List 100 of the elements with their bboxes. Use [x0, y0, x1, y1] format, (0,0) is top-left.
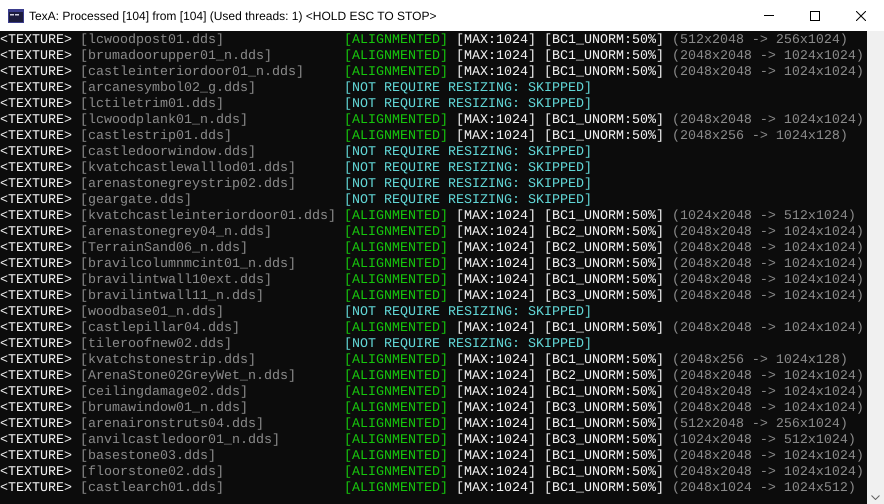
format-label: [BC1_UNORM:50%] — [544, 417, 664, 433]
status-label: [ALIGNMENTED] — [344, 113, 448, 129]
log-tag: <TEXTURE> — [0, 385, 80, 401]
status-label: [ALIGNMENTED] — [344, 353, 448, 369]
max-size: [MAX:1024] — [456, 129, 536, 145]
texture-name: [arenastonegreystrip02.dds] — [80, 177, 297, 193]
texture-name: [brumawindow01_n.dds] — [80, 401, 249, 417]
texture-name: [woodbase01_n.dds] — [80, 305, 225, 321]
status-label: [ALIGNMENTED] — [344, 417, 448, 433]
max-size: [MAX:1024] — [456, 385, 536, 401]
log-tag: <TEXTURE> — [0, 129, 80, 145]
max-size: [MAX:1024] — [456, 289, 536, 305]
max-size: [MAX:1024] — [456, 49, 536, 65]
scrollbar[interactable] — [867, 31, 884, 504]
max-size: [MAX:1024] — [456, 65, 536, 81]
texture-name: [bravilcolumnmcint01_n.dds] — [80, 257, 297, 273]
texture-name: [kvatchstonestrip.dds] — [80, 353, 257, 369]
format-label: [BC1_UNORM:50%] — [544, 465, 664, 481]
texture-name: [brumadoorupper01_n.dds] — [80, 49, 273, 65]
texture-name: [castlepillar04.dds] — [80, 321, 241, 337]
dimensions-label: (1024x2048 -> 512x1024) — [672, 433, 856, 449]
max-size: [MAX:1024] — [456, 321, 536, 337]
status-label: [ALIGNMENTED] — [344, 241, 448, 257]
log-tag: <TEXTURE> — [0, 49, 80, 65]
status-label: [ALIGNMENTED] — [344, 273, 448, 289]
dimensions-label: (2048x2048 -> 1024x1024) — [672, 449, 864, 465]
max-size: [MAX:1024] — [456, 449, 536, 465]
status-label: [ALIGNMENTED] — [344, 465, 448, 481]
console-icon — [8, 8, 24, 22]
dimensions-label: (512x2048 -> 256x1024) — [672, 417, 848, 433]
dimensions-label: (2048x2048 -> 1024x1024) — [672, 65, 864, 81]
log-tag: <TEXTURE> — [0, 401, 80, 417]
format-label: [BC1_UNORM:50%] — [544, 385, 664, 401]
log-tag: <TEXTURE> — [0, 257, 80, 273]
dimensions-label: (2048x2048 -> 1024x1024) — [672, 49, 864, 65]
dimensions-label: (2048x2048 -> 1024x1024) — [672, 385, 864, 401]
max-size: [MAX:1024] — [456, 257, 536, 273]
format-label: [BC3_UNORM:50%] — [544, 289, 664, 305]
status-label: [NOT REQUIRE RESIZING: SKIPPED] — [344, 81, 592, 97]
status-label: [ALIGNMENTED] — [344, 321, 448, 337]
max-size: [MAX:1024] — [456, 33, 536, 49]
max-size: [MAX:1024] — [456, 273, 536, 289]
texture-name: [kvatchcastlewalllod01.dds] — [80, 161, 297, 177]
log-tag: <TEXTURE> — [0, 481, 80, 497]
format-label: [BC2_UNORM:50%] — [544, 225, 664, 241]
log-tag: <TEXTURE> — [0, 145, 80, 161]
log-tag: <TEXTURE> — [0, 113, 80, 129]
max-size: [MAX:1024] — [456, 401, 536, 417]
max-size: [MAX:1024] — [456, 113, 536, 129]
texture-name: [ArenaStone02GreyWet_n.dds] — [80, 369, 297, 385]
format-label: [BC1_UNORM:50%] — [544, 49, 664, 65]
dimensions-label: (2048x2048 -> 1024x1024) — [672, 273, 864, 289]
scroll-down-icon — [871, 495, 880, 500]
texture-name: [arenastonegrey04_n.dds] — [80, 225, 273, 241]
status-label: [NOT REQUIRE RESIZING: SKIPPED] — [344, 177, 592, 193]
texture-name: [lcwoodpost01.dds] — [80, 33, 225, 49]
texture-name: [lctiletrim01.dds] — [80, 97, 225, 113]
log-tag: <TEXTURE> — [0, 353, 80, 369]
status-label: [ALIGNMENTED] — [344, 401, 448, 417]
texture-name: [anvilcastledoor01_n.dds] — [80, 433, 281, 449]
texture-name: [arenaironstruts04.dds] — [80, 417, 265, 433]
dimensions-label: (2048x2048 -> 1024x1024) — [672, 289, 864, 305]
status-label: [ALIGNMENTED] — [344, 481, 448, 497]
log-tag: <TEXTURE> — [0, 337, 80, 353]
status-label: [ALIGNMENTED] — [344, 433, 448, 449]
texture-name: [ceilingdamage02.dds] — [80, 385, 249, 401]
texture-name: [kvatchcastleinteriordoor01.dds] — [80, 209, 337, 225]
max-size: [MAX:1024] — [456, 433, 536, 449]
format-label: [BC1_UNORM:50%] — [544, 209, 664, 225]
minimize-icon — [764, 15, 774, 16]
log-tag: <TEXTURE> — [0, 177, 80, 193]
max-size: [MAX:1024] — [456, 417, 536, 433]
status-label: [NOT REQUIRE RESIZING: SKIPPED] — [344, 145, 592, 161]
dimensions-label: (2048x2048 -> 1024x1024) — [672, 465, 864, 481]
log-tag: <TEXTURE> — [0, 369, 80, 385]
log-tag: <TEXTURE> — [0, 81, 80, 97]
status-label: [NOT REQUIRE RESIZING: SKIPPED] — [344, 337, 592, 353]
status-label: [ALIGNMENTED] — [344, 49, 448, 65]
format-label: [BC1_UNORM:50%] — [544, 353, 664, 369]
dimensions-label: (2048x2048 -> 1024x1024) — [672, 401, 864, 417]
close-icon — [856, 10, 866, 20]
window-title: TexA: Processed [104] from [104] (Used threads: 1) <HOLD ESC TO STOP> — [29, 8, 437, 24]
log-tag: <TEXTURE> — [0, 225, 80, 241]
texture-name: [bravilintwall11_n.dds] — [80, 289, 265, 305]
log-tag: <TEXTURE> — [0, 465, 80, 481]
format-label: [BC2_UNORM:50%] — [544, 369, 664, 385]
texture-name: [bravilintwall10ext.dds] — [80, 273, 273, 289]
texture-name: [tileroofnew02.dds] — [80, 337, 233, 353]
status-label: [ALIGNMENTED] — [344, 289, 448, 305]
texture-name: [castledoorwindow.dds] — [80, 145, 257, 161]
format-label: [BC1_UNORM:50%] — [544, 273, 664, 289]
status-label: [ALIGNMENTED] — [344, 369, 448, 385]
format-label: [BC3_UNORM:50%] — [544, 433, 664, 449]
log-tag: <TEXTURE> — [0, 193, 80, 209]
texture-name: [geargate.dds] — [80, 193, 193, 209]
texture-name: [castleinteriordoor01_n.dds] — [80, 65, 305, 81]
status-label: [ALIGNMENTED] — [344, 225, 448, 241]
dimensions-label: (2048x1024 -> 1024x512) — [672, 481, 856, 497]
status-label: [ALIGNMENTED] — [344, 449, 448, 465]
format-label: [BC1_UNORM:50%] — [544, 129, 664, 145]
